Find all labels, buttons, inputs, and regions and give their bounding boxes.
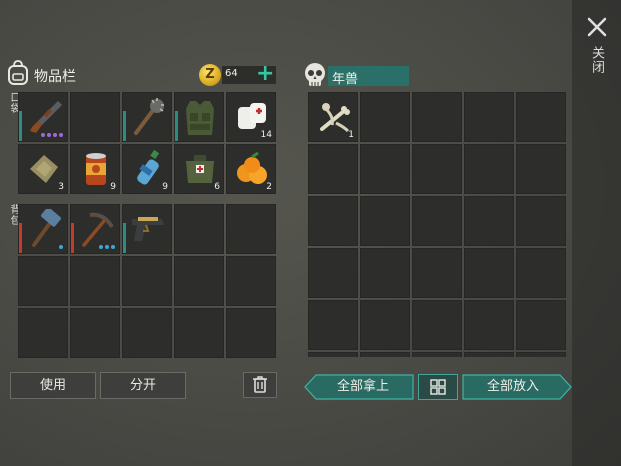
backpack-slot[interactable] (174, 256, 224, 306)
quality-dots (59, 245, 63, 249)
container-slot[interactable] (516, 352, 566, 357)
backpack-slot[interactable] (122, 256, 172, 306)
put-all-label: 全部放入 (486, 379, 539, 394)
container-slot[interactable] (516, 248, 566, 298)
container-slot[interactable] (464, 248, 514, 298)
container-slot[interactable] (360, 92, 410, 142)
container-slot[interactable] (412, 92, 462, 142)
backpack-grid (18, 204, 280, 362)
backpack-slot[interactable] (18, 256, 68, 306)
backpack-slot[interactable] (226, 204, 276, 254)
use-button[interactable]: 使用 (10, 372, 96, 399)
container-slot[interactable] (464, 92, 514, 142)
container-slot[interactable]: 1 (308, 92, 358, 142)
backpack-slot[interactable] (226, 256, 276, 306)
backpack-slot[interactable] (174, 308, 224, 358)
split-button[interactable]: 分开 (100, 372, 186, 399)
container-slot[interactable] (412, 300, 462, 350)
container-slot[interactable] (360, 248, 410, 298)
sort-button[interactable] (418, 374, 458, 400)
take-all-button[interactable]: 全部拿上 (304, 374, 414, 400)
backpack-slot[interactable] (70, 256, 120, 306)
trash-button[interactable] (243, 372, 277, 398)
military-vest-icon (180, 97, 220, 137)
container-slot[interactable] (360, 352, 410, 357)
durability-bar (175, 111, 178, 141)
backpack-slot[interactable] (122, 204, 172, 254)
sledgehammer-icon (24, 207, 64, 249)
container-slot[interactable] (308, 144, 358, 194)
pocket-grid: 14 3 9 9 6 2 (18, 92, 280, 198)
pocket-slot[interactable] (174, 92, 224, 142)
pocket-slot[interactable] (70, 92, 120, 142)
container-slot[interactable] (464, 352, 514, 357)
container-slot[interactable] (516, 144, 566, 194)
container-slot[interactable] (360, 196, 410, 246)
grid-sort-icon (430, 379, 446, 395)
pocket-slot[interactable]: 14 (226, 92, 276, 142)
pocket-slot[interactable]: 3 (18, 144, 68, 194)
container-slot[interactable] (308, 352, 358, 357)
container-slot[interactable] (464, 300, 514, 350)
pocket-slot[interactable]: 2 (226, 144, 276, 194)
coin-icon: Z (199, 64, 221, 86)
backpack-slot[interactable] (226, 308, 276, 358)
pocket-slot[interactable] (18, 92, 68, 142)
coin-count: 64 (225, 68, 238, 79)
container-slot[interactable] (516, 300, 566, 350)
add-coins-button[interactable]: + (256, 63, 274, 85)
container-grid: 1 (308, 92, 570, 357)
container-slot[interactable] (308, 248, 358, 298)
pocket-slot[interactable] (122, 92, 172, 142)
item-count: 6 (214, 182, 220, 192)
pocket-slot[interactable]: 6 (174, 144, 224, 194)
pistol-icon (128, 209, 168, 249)
quality-dots (99, 245, 115, 249)
backpack-slot[interactable] (122, 308, 172, 358)
durability-bar (123, 223, 126, 253)
skull-icon (303, 62, 327, 88)
close-label[interactable]: 关闭 (586, 46, 606, 74)
container-slot[interactable] (464, 144, 514, 194)
container-slot[interactable] (516, 196, 566, 246)
container-slot[interactable] (516, 92, 566, 142)
item-count: 2 (266, 182, 272, 192)
container-slot[interactable] (412, 352, 462, 357)
pocket-slot[interactable]: 9 (70, 144, 120, 194)
container-slot[interactable] (412, 196, 462, 246)
backpack-slot[interactable] (70, 308, 120, 358)
pocket-slot[interactable]: 9 (122, 144, 172, 194)
item-count: 14 (260, 130, 272, 140)
container-slot[interactable] (412, 144, 462, 194)
quality-dots (41, 133, 63, 137)
durability-bar (71, 223, 74, 253)
container-slot[interactable] (360, 144, 410, 194)
durability-bar (123, 111, 126, 141)
backpack-slot[interactable] (18, 308, 68, 358)
container-slot[interactable] (360, 300, 410, 350)
put-all-button[interactable]: 全部放入 (462, 374, 572, 400)
item-count: 9 (162, 182, 168, 192)
container-title: 年兽 (332, 72, 359, 87)
item-count: 9 (110, 182, 116, 192)
spiked-club-icon (128, 97, 168, 137)
take-all-label: 全部拿上 (336, 379, 389, 394)
backpack-slot[interactable] (174, 204, 224, 254)
backpack-slot[interactable] (70, 204, 120, 254)
durability-bar (19, 223, 22, 253)
durability-bar (19, 111, 22, 141)
close-icon[interactable] (584, 14, 610, 40)
inventory-title: 物品栏 (34, 69, 76, 85)
backpack-slot[interactable] (18, 204, 68, 254)
container-slot[interactable] (412, 248, 462, 298)
item-count: 1 (348, 130, 354, 140)
trash-icon (253, 376, 267, 393)
container-slot[interactable] (308, 196, 358, 246)
pickaxe-icon (76, 209, 116, 249)
shotgun-icon (24, 97, 64, 137)
container-slot[interactable] (308, 300, 358, 350)
backpack-icon (6, 60, 30, 86)
item-count: 3 (58, 182, 64, 192)
container-slot[interactable] (464, 196, 514, 246)
